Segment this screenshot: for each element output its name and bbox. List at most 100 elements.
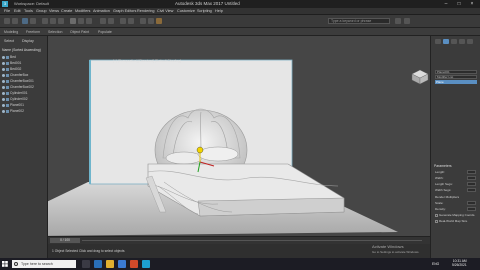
language-indicator[interactable]: ENG: [432, 262, 439, 266]
visibility-icon[interactable]: [2, 97, 5, 101]
menu-tools[interactable]: Tools: [24, 9, 33, 13]
spinner-input[interactable]: [467, 170, 476, 174]
ribbon-tab-populate[interactable]: Populate: [98, 30, 112, 34]
list-item[interactable]: Bed002: [2, 67, 46, 72]
menu-customize[interactable]: Customize: [177, 9, 195, 13]
task-view-icon[interactable]: [82, 260, 90, 268]
modifier-stack-item[interactable]: Plane: [435, 80, 477, 84]
visibility-icon[interactable]: [2, 103, 5, 107]
visibility-icon[interactable]: [2, 73, 5, 77]
help-icon[interactable]: [404, 18, 410, 24]
3dsmax-taskbar-icon[interactable]: [142, 260, 150, 268]
render-icon[interactable]: [156, 18, 162, 24]
visibility-icon[interactable]: [2, 79, 5, 83]
hierarchy-tab-icon[interactable]: [451, 39, 457, 44]
display-tab-icon[interactable]: [467, 39, 473, 44]
menu-create[interactable]: Create: [61, 9, 72, 13]
visibility-icon[interactable]: [2, 67, 5, 71]
rotate-icon[interactable]: [78, 18, 84, 24]
list-item[interactable]: ChamferBox: [2, 73, 46, 78]
motion-tab-icon[interactable]: [459, 39, 465, 44]
sign-in-icon[interactable]: [395, 18, 401, 24]
snap-icon[interactable]: [100, 18, 106, 24]
ribbon-tab-freeform[interactable]: Freeform: [26, 30, 40, 34]
menu-scripting[interactable]: Scripting: [197, 9, 212, 13]
tab-display[interactable]: Display: [22, 39, 34, 43]
undo-icon[interactable]: [4, 18, 10, 24]
list-item[interactable]: ChamferBox001: [2, 79, 46, 84]
file-explorer-icon[interactable]: [106, 260, 114, 268]
windows-start-icon[interactable]: [2, 261, 8, 267]
param-generate-mapping[interactable]: Generate Mapping Coords.: [435, 213, 478, 218]
menu-views[interactable]: Views: [49, 9, 59, 13]
move-icon[interactable]: [70, 18, 76, 24]
list-item[interactable]: Bed001: [2, 61, 46, 66]
system-clock[interactable]: 10:31 AM 5/26/2021: [452, 259, 467, 267]
ribbon-tab-object-paint[interactable]: Object Paint: [70, 30, 89, 34]
menu-modifiers[interactable]: Modifiers: [75, 9, 90, 13]
menu-file[interactable]: File: [4, 9, 10, 13]
time-slider-handle[interactable]: 0 / 100: [50, 238, 80, 243]
select-icon[interactable]: [42, 18, 48, 24]
list-item[interactable]: Plane001: [2, 103, 46, 108]
rect-select-icon[interactable]: [58, 18, 64, 24]
menu-animation[interactable]: Animation: [93, 9, 110, 13]
visibility-icon[interactable]: [2, 91, 5, 95]
modify-tab-icon[interactable]: [443, 39, 449, 44]
angle-snap-icon[interactable]: [108, 18, 114, 24]
scale-icon[interactable]: [86, 18, 92, 24]
mirror-icon[interactable]: [120, 18, 126, 24]
parameters-title[interactable]: Parameters: [434, 164, 452, 168]
store-icon[interactable]: [118, 260, 126, 268]
visibility-icon[interactable]: [2, 61, 5, 65]
minimize-icon[interactable]: –: [440, 0, 452, 8]
align-icon[interactable]: [128, 18, 134, 24]
timeline-track[interactable]: [82, 240, 422, 241]
ribbon-tab-modeling[interactable]: Modeling: [4, 30, 18, 34]
viewport-label[interactable]: [+] [Perspective] [Standard] [Default Sh…: [113, 59, 181, 63]
spinner-input[interactable]: [467, 182, 476, 186]
param-real-world-map[interactable]: Real-World Map Size: [435, 219, 478, 224]
ribbon-tab-selection[interactable]: Selection: [48, 30, 62, 34]
spinner-input[interactable]: [467, 201, 476, 205]
unlink-icon[interactable]: [30, 18, 36, 24]
menu-graph-editors[interactable]: Graph Editors: [113, 9, 136, 13]
spinner-input[interactable]: [467, 176, 476, 180]
create-tab-icon[interactable]: [435, 39, 441, 44]
list-item[interactable]: Cylinder002: [2, 97, 46, 102]
menu-civil-view[interactable]: Civil View: [157, 9, 173, 13]
menu-group[interactable]: Group: [36, 9, 47, 13]
material-editor-icon[interactable]: [140, 18, 146, 24]
edge-icon[interactable]: [94, 260, 102, 268]
help-search-input[interactable]: Type a keyword or phrase: [328, 18, 390, 24]
close-icon[interactable]: ×: [466, 0, 478, 8]
select-by-name-icon[interactable]: [50, 18, 56, 24]
taskbar-search-input[interactable]: Type here to search: [12, 260, 76, 268]
spinner-input[interactable]: [467, 207, 476, 211]
workspace-label[interactable]: Workspace: Default: [14, 1, 49, 6]
menu-help[interactable]: Help: [215, 9, 223, 13]
perspective-viewport[interactable]: [+] [Perspective] [Standard] [Default Sh…: [48, 36, 430, 236]
render-setup-icon[interactable]: [148, 18, 154, 24]
visibility-icon[interactable]: [2, 109, 5, 113]
visibility-icon[interactable]: [2, 85, 5, 89]
list-item[interactable]: Bed: [2, 55, 46, 60]
modifier-list-dropdown[interactable]: Modifier List: [435, 75, 477, 79]
checkbox[interactable]: [435, 219, 438, 223]
list-item[interactable]: Plane002: [2, 109, 46, 114]
visibility-icon[interactable]: [2, 55, 5, 59]
menu-edit[interactable]: Edit: [14, 9, 21, 13]
checkbox[interactable]: [435, 213, 438, 217]
list-item[interactable]: Cylinder001: [2, 91, 46, 96]
object-name-field[interactable]: Plane001: [435, 70, 477, 74]
viewcube-icon[interactable]: [411, 69, 429, 85]
link-icon[interactable]: [22, 18, 28, 24]
list-item[interactable]: ChamferBox002: [2, 85, 46, 90]
column-header[interactable]: Name (Sorted Ascending): [2, 48, 46, 53]
maximize-icon[interactable]: □: [453, 0, 465, 8]
redo-icon[interactable]: [12, 18, 18, 24]
menu-rendering[interactable]: Rendering: [137, 9, 155, 13]
spinner-input[interactable]: [467, 188, 476, 192]
chrome-icon[interactable]: [130, 260, 138, 268]
tab-select[interactable]: Select: [4, 39, 14, 43]
